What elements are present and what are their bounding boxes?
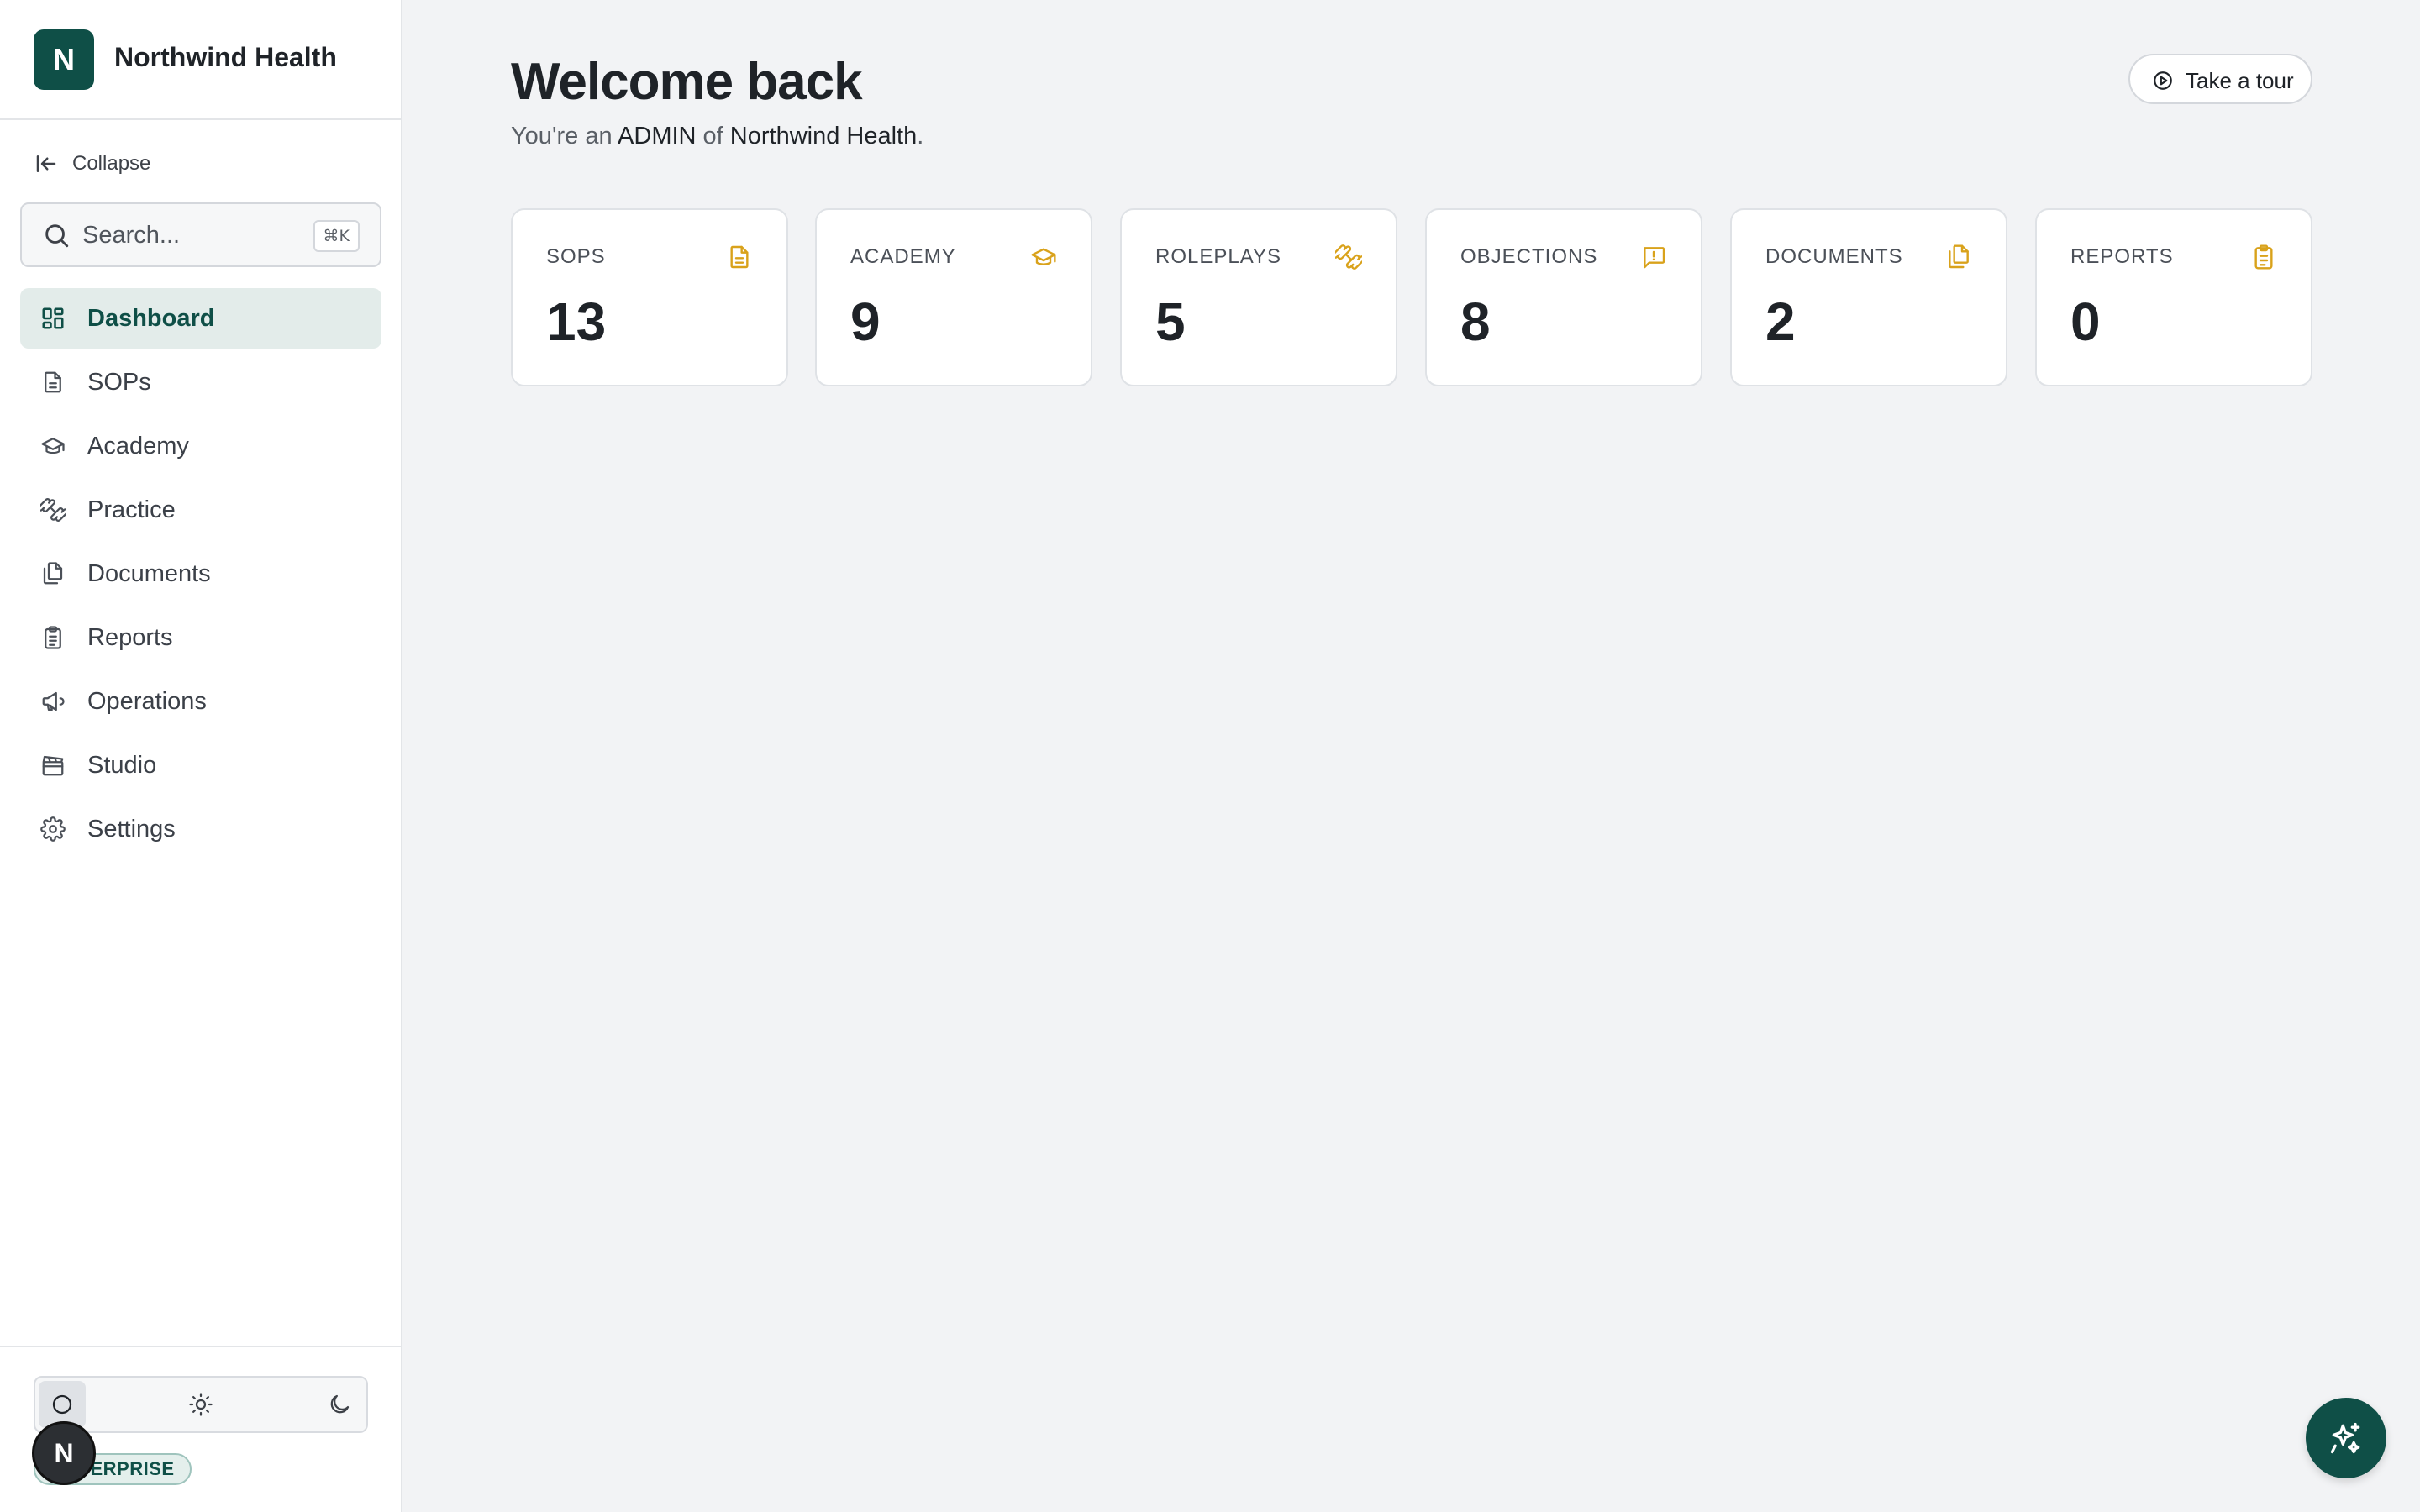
stat-card-reports[interactable]: REPORTS 0: [2035, 208, 2312, 386]
search-box[interactable]: ⌘K: [20, 202, 381, 267]
page-title: Welcome back: [511, 53, 863, 111]
stat-value: 2: [1765, 291, 1796, 352]
dumbbell-icon: [1332, 244, 1365, 270]
stat-label: DOCUMENTS: [1765, 245, 1903, 268]
sidebar-item-settings[interactable]: Settings: [20, 799, 381, 859]
sidebar-item-label: Academy: [87, 433, 189, 459]
documents-icon: [1945, 244, 1972, 270]
megaphone-icon: [40, 689, 66, 714]
sidebar-item-label: Operations: [87, 688, 207, 715]
org-name: Northwind Health: [729, 123, 918, 150]
theme-light-button[interactable]: [177, 1381, 224, 1428]
sidebar-nav: Dashboard SOPs Academy Practice Document…: [20, 288, 381, 863]
take-tour-label: Take a tour: [2186, 68, 2294, 93]
stat-card-sops[interactable]: SOPS 13: [511, 208, 788, 386]
stat-card-documents[interactable]: DOCUMENTS 2: [1730, 208, 2007, 386]
sidebar-item-label: Studio: [87, 752, 157, 779]
sidebar-item-label: Reports: [87, 624, 173, 651]
page-subtitle: You're an ADMIN of Northwind Health.: [511, 123, 923, 150]
sidebar-item-label: Practice: [87, 496, 176, 523]
collapse-label: Collapse: [72, 152, 151, 175]
graduation-cap-icon: [1030, 244, 1057, 270]
avatar[interactable]: N: [32, 1421, 96, 1485]
ai-assistant-button[interactable]: [2306, 1398, 2386, 1478]
subtitle-middle: of: [696, 123, 730, 150]
sidebar-item-academy[interactable]: Academy: [20, 416, 381, 476]
stat-label: OBJECTIONS: [1460, 245, 1598, 268]
search-shortcut-badge: ⌘K: [313, 220, 360, 252]
sun-icon: [189, 1393, 213, 1416]
search-icon: [45, 224, 69, 248]
sidebar: N Northwind Health Collapse ⌘K Dashboard: [0, 0, 402, 1512]
documents-icon: [40, 561, 66, 586]
take-tour-button[interactable]: Take a tour: [2128, 54, 2312, 104]
sidebar-item-studio[interactable]: Studio: [20, 735, 381, 795]
sparkles-icon: [2330, 1422, 2360, 1454]
stat-value: 0: [2070, 291, 2101, 352]
sidebar-footer: ENTERPRISE N: [0, 1346, 401, 1512]
file-text-icon: [726, 244, 753, 270]
dumbbell-icon: [37, 497, 69, 522]
brand-logo[interactable]: N: [34, 29, 94, 90]
file-text-icon: [40, 370, 66, 395]
collapse-icon: [36, 155, 56, 172]
sidebar-item-documents[interactable]: Documents: [20, 543, 381, 604]
stat-value: 5: [1155, 291, 1186, 352]
clipboard-icon: [2250, 244, 2277, 270]
clipboard-icon: [40, 625, 66, 650]
search-input[interactable]: [82, 218, 301, 253]
brand-header: N Northwind Health: [0, 0, 401, 120]
sidebar-item-operations[interactable]: Operations: [20, 671, 381, 732]
stat-value: 13: [546, 291, 607, 352]
app-root: N Northwind Health Collapse ⌘K Dashboard: [0, 0, 2420, 1512]
sidebar-item-sops[interactable]: SOPs: [20, 352, 381, 412]
stats-row: SOPS 13 ACADEMY 9 ROLEPLAYS 5 OBJECTIONS…: [511, 208, 2312, 386]
theme-toggle: [34, 1376, 368, 1433]
sidebar-item-reports[interactable]: Reports: [20, 607, 381, 668]
clapperboard-icon: [40, 753, 66, 778]
moon-icon: [330, 1394, 350, 1414]
subtitle-prefix: You're an: [511, 123, 618, 150]
stat-value: 8: [1460, 291, 1491, 352]
user-role: ADMIN: [618, 123, 697, 150]
sidebar-item-label: Settings: [87, 816, 176, 843]
sidebar-item-label: Documents: [87, 560, 211, 587]
gear-icon: [40, 816, 66, 842]
play-circle-icon: [2154, 71, 2172, 90]
stat-value: 9: [850, 291, 881, 352]
message-alert-icon: [1640, 244, 1667, 270]
circle-icon: [52, 1394, 72, 1415]
sidebar-item-dashboard[interactable]: Dashboard: [20, 288, 381, 349]
sidebar-item-label: Dashboard: [87, 305, 215, 332]
theme-dark-button[interactable]: [316, 1381, 363, 1428]
stat-card-objections[interactable]: OBJECTIONS 8: [1425, 208, 1702, 386]
dashboard-icon: [40, 306, 66, 331]
stat-label: REPORTS: [2070, 245, 2174, 268]
brand-name: Northwind Health: [114, 42, 337, 72]
stat-label: ACADEMY: [850, 245, 956, 268]
stat-label: SOPS: [546, 245, 606, 268]
stat-label: ROLEPLAYS: [1155, 245, 1281, 268]
stat-card-roleplays[interactable]: ROLEPLAYS 5: [1120, 208, 1397, 386]
sidebar-item-label: SOPs: [87, 369, 151, 396]
collapse-button[interactable]: Collapse: [34, 150, 150, 178]
sidebar-item-practice[interactable]: Practice: [20, 480, 381, 540]
stat-card-academy[interactable]: ACADEMY 9: [815, 208, 1092, 386]
subtitle-suffix: .: [917, 123, 924, 150]
graduation-cap-icon: [40, 433, 66, 459]
